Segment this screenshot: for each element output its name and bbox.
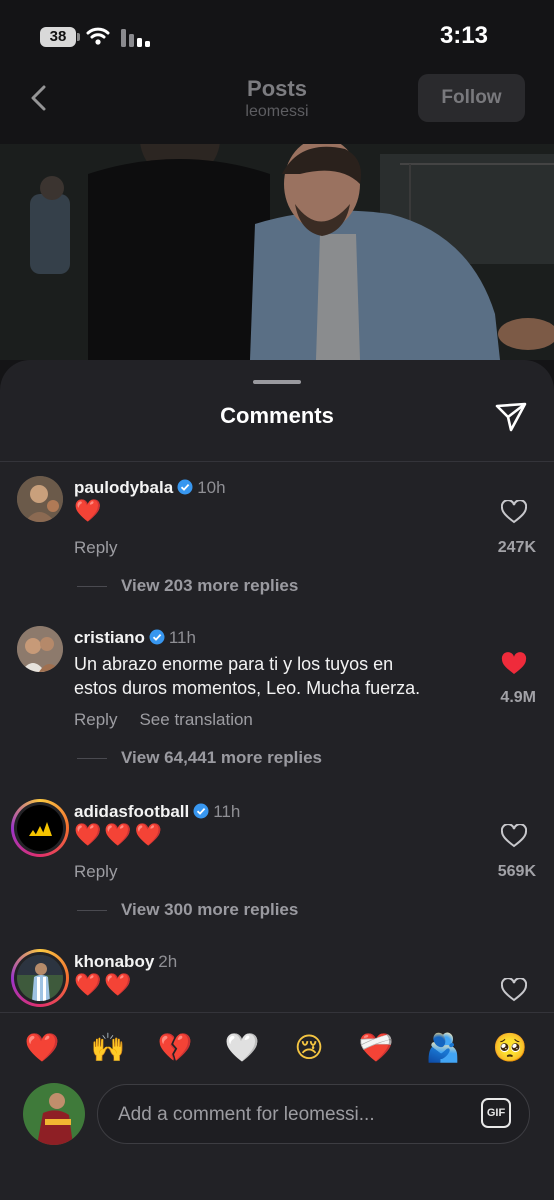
post-photo[interactable] — [0, 144, 554, 360]
like-count: 569K — [497, 863, 536, 880]
comment-input[interactable] — [116, 1085, 460, 1145]
comment-actions: Reply — [74, 538, 139, 558]
avatar[interactable] — [17, 626, 63, 672]
replies-divider — [77, 910, 107, 911]
comment-username[interactable]: cristiano 11h — [74, 628, 196, 648]
like-heart-icon[interactable] — [501, 824, 527, 848]
comment-time: 11h — [213, 802, 241, 821]
replies-divider — [77, 586, 107, 587]
view-replies-button[interactable]: View 203 more replies — [121, 576, 298, 596]
see-translation-button[interactable]: See translation — [139, 710, 252, 729]
emoji-pleading-face[interactable]: 🥺 — [492, 1029, 528, 1065]
username-text[interactable]: khonaboy — [74, 952, 154, 971]
comment-time: 11h — [168, 628, 196, 647]
comment-time: 10h — [197, 478, 226, 497]
comment-username[interactable]: adidasfootball 11h — [74, 802, 240, 822]
username-text[interactable]: paulodybala — [74, 478, 173, 497]
avatar[interactable] — [17, 476, 63, 522]
reply-button[interactable]: Reply — [74, 862, 117, 881]
avatar-story-ring[interactable] — [11, 799, 69, 857]
share-send-icon[interactable] — [494, 400, 528, 434]
emoji-reaction-bar: ❤️ 🙌 💔 🤍 😢 ❤️‍🩹 🫂 🥺 — [0, 1012, 554, 1079]
status-time: 3:13 — [439, 22, 488, 49]
comment-text-line: estos duros momentos, Leo. Mucha fuerza. — [74, 678, 421, 698]
like-count: 247K — [497, 539, 536, 556]
comment-actions: Reply — [74, 862, 139, 882]
verified-badge-icon — [177, 479, 193, 495]
emoji-white-heart[interactable]: 🤍 — [224, 1029, 260, 1065]
view-replies-button[interactable]: View 300 more replies — [121, 900, 298, 920]
verified-badge-icon — [193, 803, 209, 819]
post-header: Posts leomessi Follow — [0, 72, 554, 144]
status-bar: 38 3:13 — [0, 0, 554, 72]
emoji-people-hugging[interactable]: 🫂 — [425, 1029, 461, 1065]
emoji-red-heart[interactable]: ❤️ — [24, 1029, 60, 1065]
comment-text: ❤️❤️❤️ — [74, 823, 166, 848]
comment-username[interactable]: khonaboy 2h — [74, 952, 177, 972]
sheet-drag-handle[interactable] — [253, 380, 301, 384]
sheet-title: Comments — [220, 403, 334, 428]
battery-icon: 38 — [40, 27, 80, 47]
cellular-signal-icon — [121, 29, 150, 47]
divider — [0, 461, 554, 462]
view-replies-button[interactable]: View 64,441 more replies — [121, 748, 322, 768]
wifi-icon — [86, 27, 110, 45]
current-user-avatar — [23, 1083, 85, 1145]
follow-button[interactable]: Follow — [418, 74, 525, 122]
reply-button[interactable]: Reply — [74, 710, 117, 729]
verified-badge-icon — [149, 629, 165, 645]
avatar — [17, 955, 63, 1001]
comment-text: ❤️❤️ — [74, 973, 135, 998]
avatar-story-ring[interactable] — [11, 949, 69, 1007]
emoji-raising-hands[interactable]: 🙌 — [90, 1029, 126, 1065]
like-heart-icon[interactable] — [501, 500, 527, 524]
comment-text-line: Un abrazo enorme para ti y los tuyos en — [74, 654, 394, 674]
emoji-mending-heart[interactable]: ❤️‍🩹 — [358, 1029, 394, 1065]
gif-button[interactable]: GIF — [481, 1098, 511, 1128]
adidas-logo-icon — [17, 805, 63, 851]
comment-input-box[interactable]: GIF — [97, 1084, 530, 1145]
username-text[interactable]: adidasfootball — [74, 802, 189, 821]
comment-username[interactable]: paulodybala 10h — [74, 478, 226, 498]
comment-time: 2h — [158, 952, 178, 971]
liked-heart-icon[interactable] — [501, 652, 527, 676]
comment-composer: GIF — [0, 1078, 554, 1200]
post-image — [0, 144, 554, 360]
username-text[interactable]: cristiano — [74, 628, 145, 647]
comment-actions: Reply See translation — [74, 710, 275, 730]
emoji-broken-heart[interactable]: 💔 — [157, 1029, 193, 1065]
replies-divider — [77, 758, 107, 759]
emoji-crying-face[interactable]: 😢 — [291, 1029, 327, 1065]
comment-text: ❤️ — [74, 499, 105, 524]
reply-button[interactable]: Reply — [74, 538, 117, 557]
like-heart-icon[interactable] — [501, 978, 527, 1002]
like-count: 4.9M — [500, 689, 536, 706]
